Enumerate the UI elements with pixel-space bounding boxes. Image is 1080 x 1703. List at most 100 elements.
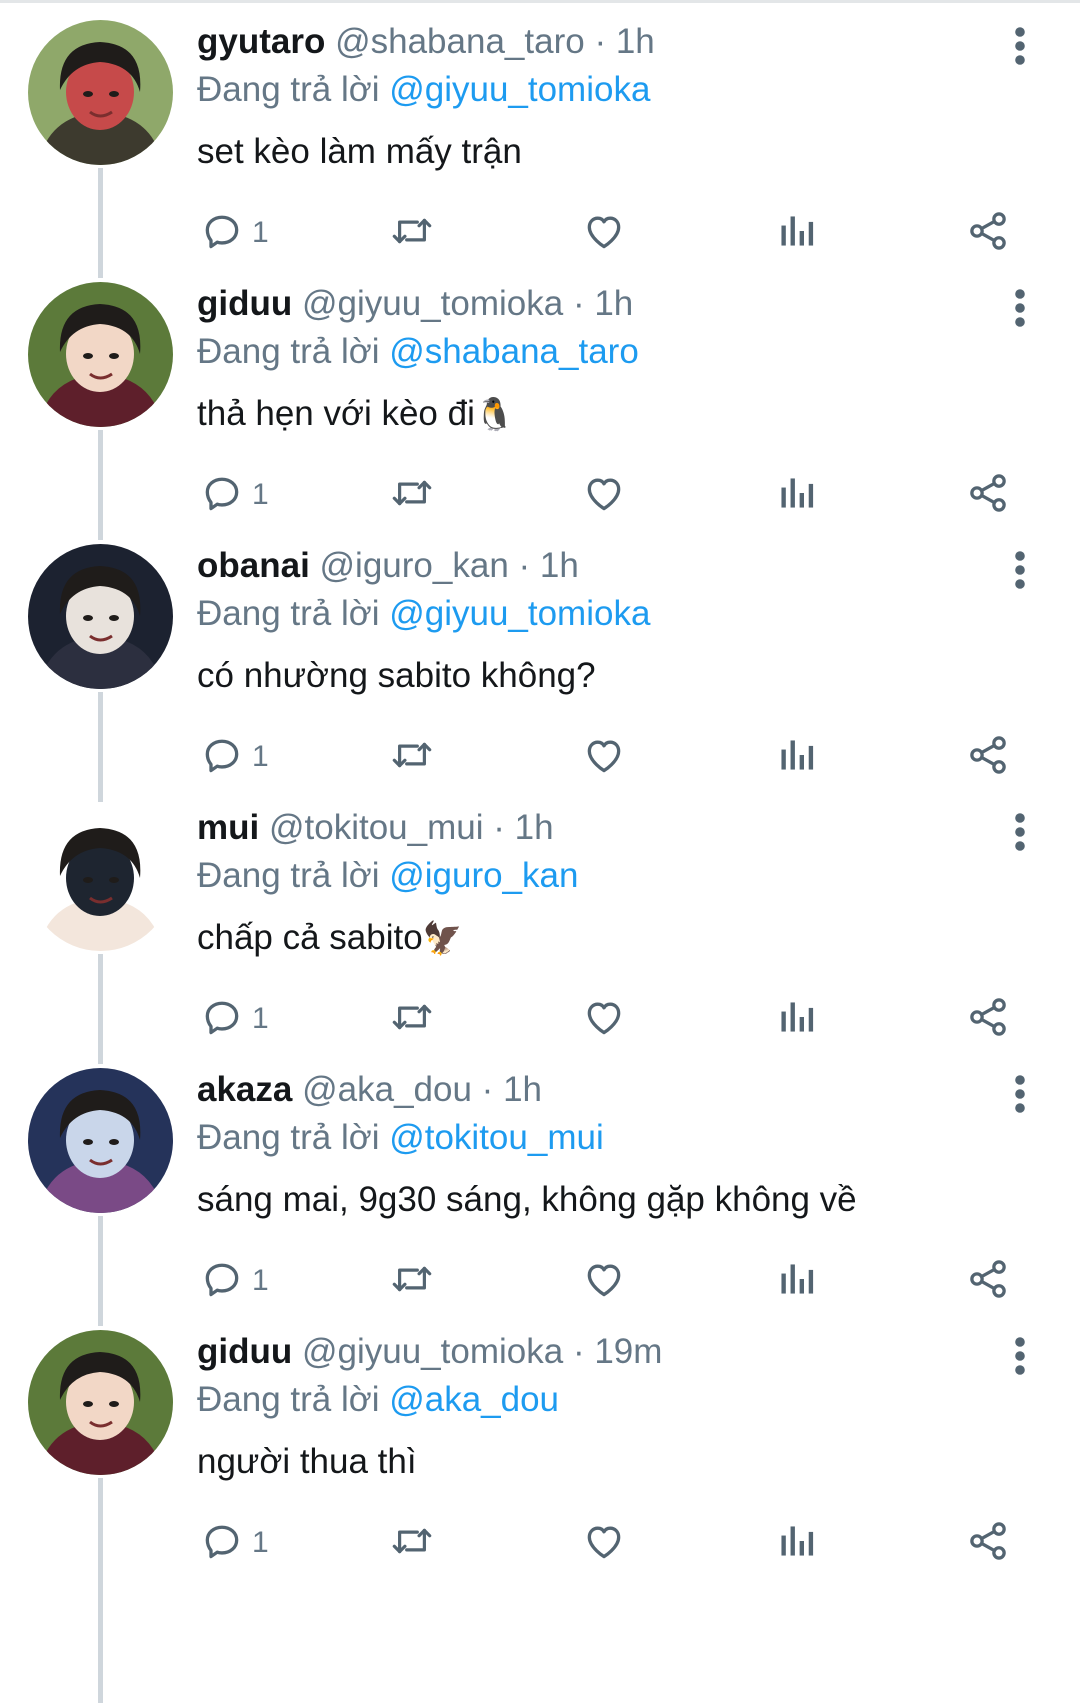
timestamp[interactable]: 1h	[515, 808, 554, 847]
views-button[interactable]	[776, 1256, 816, 1306]
tweet-item[interactable]: gyutaro @shabana_taro · 1h Đang trả lời @…	[0, 0, 1080, 284]
mention-link[interactable]: @tokitou_mui	[389, 1118, 604, 1157]
more-vertical-icon[interactable]	[1000, 286, 1040, 330]
user-handle[interactable]: @tokitou_mui	[269, 808, 484, 847]
avatar[interactable]	[28, 1330, 173, 1475]
like-button[interactable]	[582, 994, 626, 1044]
display-name[interactable]: gyutaro	[197, 22, 325, 61]
heart-icon	[582, 209, 626, 258]
reply-button[interactable]: 1	[200, 1518, 269, 1568]
retweet-icon	[389, 209, 435, 258]
tweet-header: gyutaro @shabana_taro · 1h	[197, 20, 655, 64]
mention-link[interactable]: @shabana_taro	[389, 332, 639, 371]
like-button[interactable]	[582, 470, 626, 520]
tweet-item[interactable]: obanai @iguro_kan · 1h Đang trả lời @giyu…	[0, 524, 1080, 808]
retweet-button[interactable]	[389, 470, 435, 520]
replying-to: Đang trả lời @giyuu_tomioka	[197, 68, 650, 112]
user-handle[interactable]: @shabana_taro	[335, 22, 585, 61]
reply-button[interactable]: 1	[200, 732, 269, 782]
views-button[interactable]	[776, 208, 816, 258]
mention-link[interactable]: @aka_dou	[389, 1380, 559, 1419]
avatar[interactable]	[28, 806, 173, 951]
tweet-item[interactable]: giduu @giyuu_tomioka · 19m Đang trả lời @…	[0, 1310, 1080, 1594]
share-button[interactable]	[966, 1256, 1010, 1306]
reply-button[interactable]: 1	[200, 470, 269, 520]
retweet-icon	[389, 733, 435, 782]
timestamp[interactable]: 19m	[594, 1332, 662, 1371]
user-handle[interactable]: @iguro_kan	[320, 546, 509, 585]
reply-icon	[200, 733, 244, 782]
views-button[interactable]	[776, 470, 816, 520]
mention-link[interactable]: @iguro_kan	[389, 856, 578, 895]
heart-icon	[582, 1257, 626, 1306]
display-name[interactable]: mui	[197, 808, 259, 847]
reply-icon	[200, 1257, 244, 1306]
tweet-text-content: có nhường sabito không?	[197, 656, 596, 695]
replying-to: Đang trả lời @iguro_kan	[197, 854, 578, 898]
views-button[interactable]	[776, 732, 816, 782]
share-button[interactable]	[966, 994, 1010, 1044]
like-button[interactable]	[582, 208, 626, 258]
analytics-icon	[776, 733, 816, 782]
reply-button[interactable]: 1	[200, 994, 269, 1044]
separator-dot: ·	[572, 284, 585, 323]
more-vertical-icon[interactable]	[1000, 1072, 1040, 1116]
tweet-item[interactable]: akaza @aka_dou · 1h Đang trả lời @tokitou…	[0, 1048, 1080, 1332]
reply-count: 1	[252, 740, 269, 773]
more-vertical-icon[interactable]	[1000, 548, 1040, 592]
user-handle[interactable]: @giyuu_tomioka	[302, 1332, 563, 1371]
tweet-text-content: set kèo làm mấy trận	[197, 132, 522, 171]
more-vertical-icon[interactable]	[1000, 24, 1040, 68]
tweet-header: giduu @giyuu_tomioka · 19m	[197, 1330, 662, 1374]
retweet-button[interactable]	[389, 1518, 435, 1568]
more-vertical-icon[interactable]	[1000, 810, 1040, 854]
tweet-text: set kèo làm mấy trận	[197, 130, 522, 174]
display-name[interactable]: giduu	[197, 1332, 292, 1371]
display-name[interactable]: obanai	[197, 546, 310, 585]
reply-count: 1	[252, 478, 269, 511]
user-handle[interactable]: @giyuu_tomioka	[302, 284, 563, 323]
mention-link[interactable]: @giyuu_tomioka	[389, 70, 650, 109]
display-name[interactable]: giduu	[197, 284, 292, 323]
avatar[interactable]	[28, 20, 173, 165]
analytics-icon	[776, 995, 816, 1044]
reply-button[interactable]: 1	[200, 208, 269, 258]
tweet-header: giduu @giyuu_tomioka · 1h	[197, 282, 633, 326]
timestamp[interactable]: 1h	[594, 284, 633, 323]
reply-count: 1	[252, 1526, 269, 1559]
separator-dot: ·	[594, 22, 607, 61]
timestamp[interactable]: 1h	[540, 546, 579, 585]
retweet-button[interactable]	[389, 994, 435, 1044]
retweet-button[interactable]	[389, 1256, 435, 1306]
tweet-item[interactable]: giduu @giyuu_tomioka · 1h Đang trả lời @s…	[0, 262, 1080, 546]
views-button[interactable]	[776, 1518, 816, 1568]
timestamp[interactable]: 1h	[616, 22, 655, 61]
share-button[interactable]	[966, 732, 1010, 782]
tweet-item[interactable]: mui @tokitou_mui · 1h Đang trả lời @iguro…	[0, 786, 1080, 1070]
avatar[interactable]	[28, 544, 173, 689]
avatar[interactable]	[28, 282, 173, 427]
reply-icon	[200, 209, 244, 258]
user-handle[interactable]: @aka_dou	[302, 1070, 472, 1109]
display-name[interactable]: akaza	[197, 1070, 292, 1109]
action-bar: 1	[0, 208, 1080, 258]
retweet-button[interactable]	[389, 732, 435, 782]
replying-to-label: Đang trả lời	[197, 1118, 380, 1157]
views-button[interactable]	[776, 994, 816, 1044]
share-button[interactable]	[966, 1518, 1010, 1568]
mention-link[interactable]: @giyuu_tomioka	[389, 594, 650, 633]
replying-to: Đang trả lời @aka_dou	[197, 1378, 559, 1422]
reply-button[interactable]: 1	[200, 1256, 269, 1306]
like-button[interactable]	[582, 732, 626, 782]
tweet-header: obanai @iguro_kan · 1h	[197, 544, 579, 588]
retweet-button[interactable]	[389, 208, 435, 258]
like-button[interactable]	[582, 1256, 626, 1306]
tweet-emoji: 🦅	[422, 919, 463, 957]
timestamp[interactable]: 1h	[503, 1070, 542, 1109]
more-vertical-icon[interactable]	[1000, 1334, 1040, 1378]
heart-icon	[582, 1519, 626, 1568]
share-button[interactable]	[966, 470, 1010, 520]
avatar[interactable]	[28, 1068, 173, 1213]
like-button[interactable]	[582, 1518, 626, 1568]
share-button[interactable]	[966, 208, 1010, 258]
